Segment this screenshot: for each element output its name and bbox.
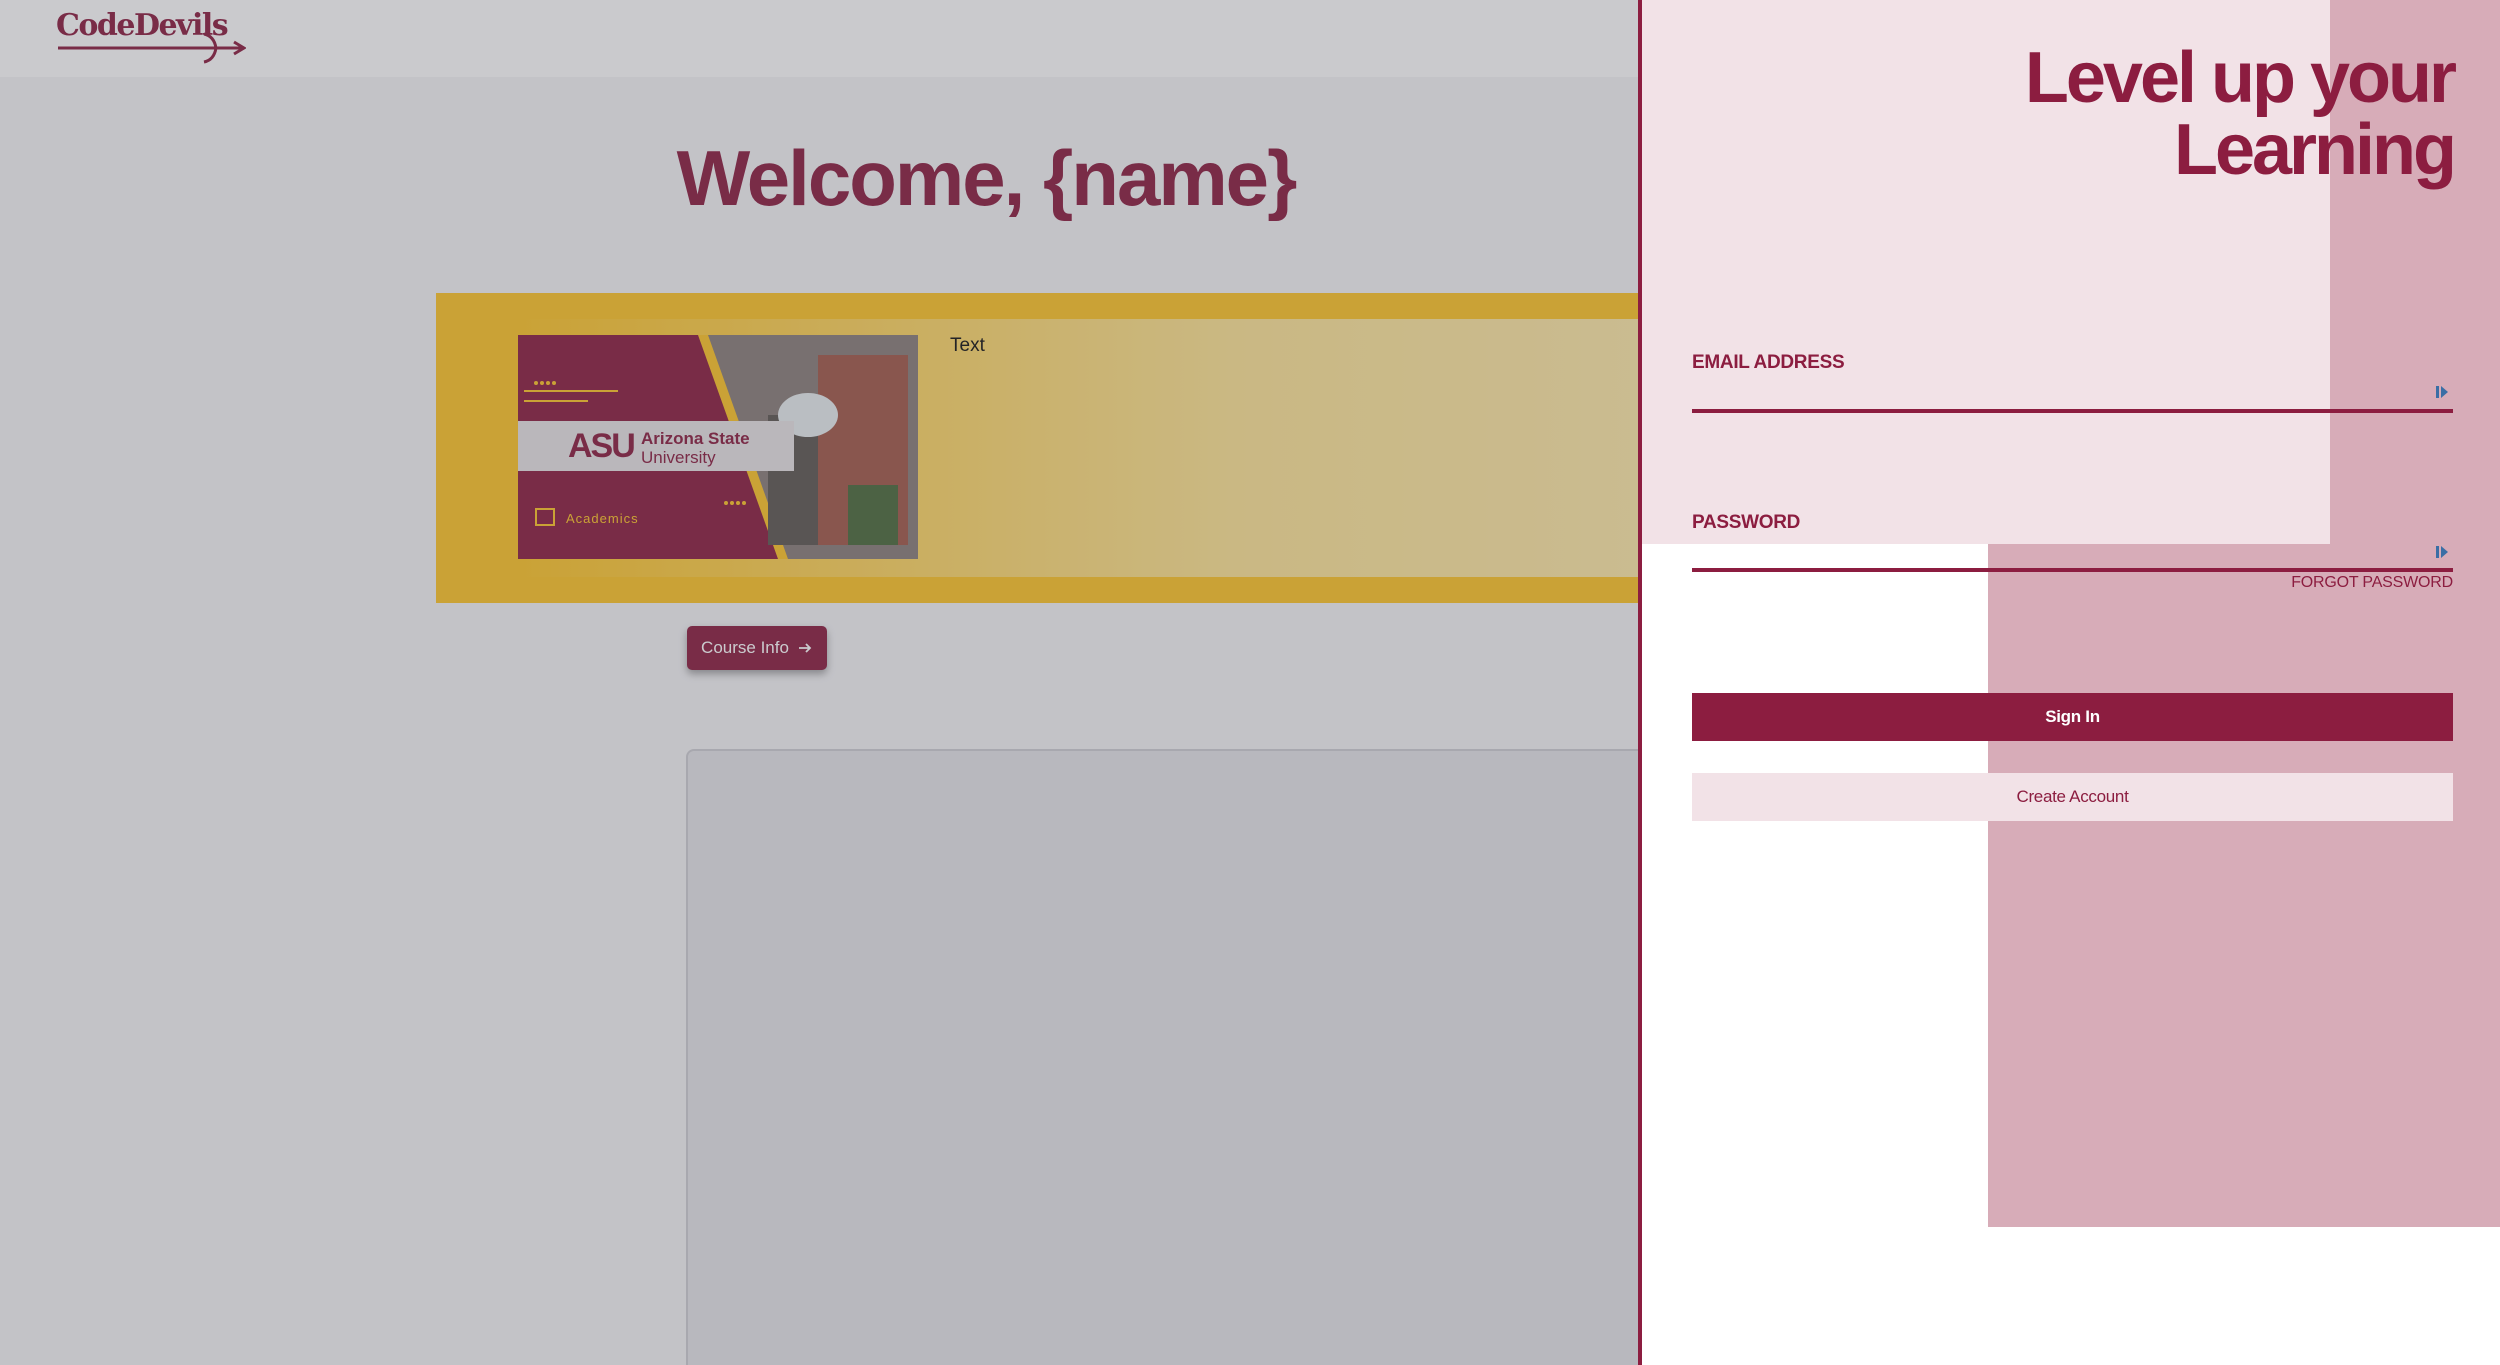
email-field[interactable] [1692,375,2432,405]
headline-line2: Learning [2173,110,2457,190]
password-field[interactable] [1692,535,2432,565]
password-manager-icon[interactable] [2435,544,2449,560]
decorative-block-rose-bottom [1988,544,2500,1227]
create-account-button[interactable]: Create Account [1692,773,2453,821]
password-underline [1692,568,2453,572]
password-label: PASSWORD [1692,512,1801,533]
headline-line1: Level up your [2024,38,2457,118]
password-manager-icon[interactable] [2435,384,2449,400]
email-label: EMAIL ADDRESS [1692,352,1845,373]
signin-headline: Level up your Learning [1642,38,2457,190]
signin-drawer: Level up your Learning EMAIL ADDRESS PAS… [1638,0,2500,1365]
signin-button[interactable]: Sign In [1692,693,2453,741]
forgot-password-link[interactable]: FORGOT PASSWORD [2092,574,2453,592]
email-underline [1692,409,2453,413]
